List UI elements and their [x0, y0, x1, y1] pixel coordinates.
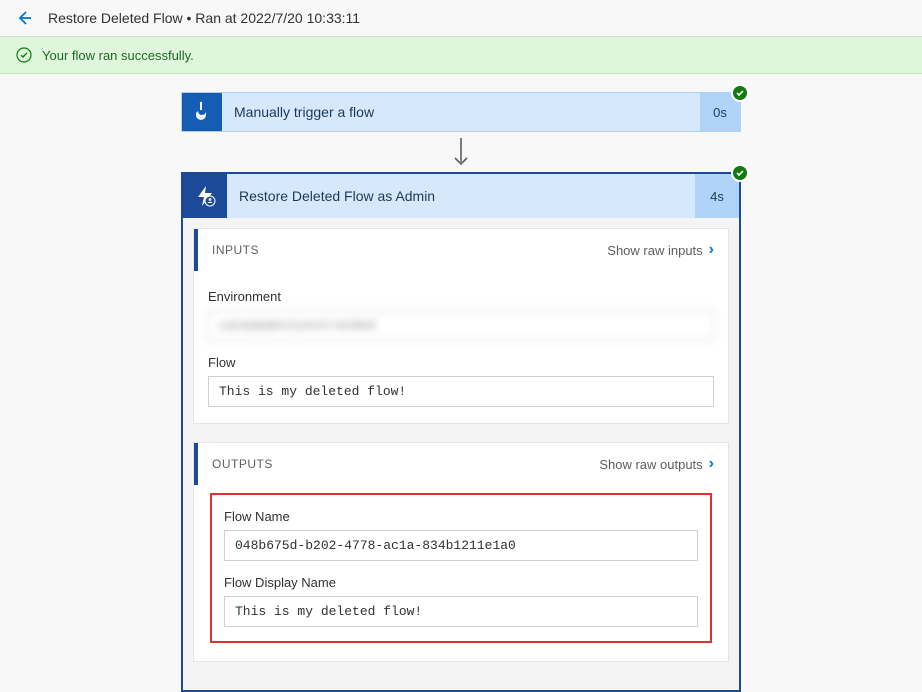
- check-circle-icon: [16, 47, 32, 63]
- action-duration: 4s: [695, 174, 739, 218]
- success-badge-icon: [731, 84, 749, 102]
- show-raw-inputs-label: Show raw inputs: [607, 243, 702, 258]
- action-step: Restore Deleted Flow as Admin 4s INPUTS …: [181, 172, 741, 692]
- page-title: Restore Deleted Flow • Ran at 2022/7/20 …: [48, 10, 360, 26]
- outputs-heading: OUTPUTS: [212, 457, 273, 471]
- chevron-right-icon: ›: [709, 455, 714, 473]
- inputs-section: INPUTS Show raw inputs › Environment can…: [193, 228, 729, 424]
- action-title: Restore Deleted Flow as Admin: [227, 174, 695, 218]
- trigger-step[interactable]: Manually trigger a flow 0s: [181, 92, 741, 132]
- admin-flow-icon: [183, 174, 227, 218]
- action-body: INPUTS Show raw inputs › Environment can…: [183, 218, 739, 690]
- back-button[interactable]: [16, 10, 32, 26]
- arrow-left-icon: [16, 10, 32, 26]
- show-raw-outputs-link[interactable]: Show raw outputs ›: [599, 455, 714, 473]
- flow-name-label: Flow Name: [224, 509, 698, 524]
- environment-label: Environment: [208, 289, 714, 304]
- success-banner: Your flow ran successfully.: [0, 36, 922, 74]
- flow-canvas: Manually trigger a flow 0s: [0, 74, 922, 692]
- flow-display-name-label: Flow Display Name: [224, 575, 698, 590]
- flow-display-name-value: This is my deleted flow!: [224, 596, 698, 627]
- flow-name-field: Flow Name 048b675d-b202-4778-ac1a-834b12…: [224, 509, 698, 561]
- manual-trigger-icon: [182, 93, 222, 131]
- trigger-title: Manually trigger a flow: [222, 93, 700, 131]
- environment-field: Environment canadadev1unstranded: [208, 289, 714, 341]
- success-message: Your flow ran successfully.: [42, 48, 194, 63]
- action-header[interactable]: Restore Deleted Flow as Admin 4s: [183, 174, 739, 218]
- outputs-section: OUTPUTS Show raw outputs › Flow Name 048…: [193, 442, 729, 662]
- flow-label: Flow: [208, 355, 714, 370]
- flow-field: Flow This is my deleted flow!: [208, 355, 714, 407]
- show-raw-outputs-label: Show raw outputs: [599, 457, 702, 472]
- flow-name-value: 048b675d-b202-4778-ac1a-834b1211e1a0: [224, 530, 698, 561]
- success-badge-icon: [731, 164, 749, 182]
- flow-value: This is my deleted flow!: [208, 376, 714, 407]
- show-raw-inputs-link[interactable]: Show raw inputs ›: [607, 241, 714, 259]
- chevron-right-icon: ›: [709, 241, 714, 259]
- inputs-heading: INPUTS: [212, 243, 259, 257]
- flow-display-name-field: Flow Display Name This is my deleted flo…: [224, 575, 698, 627]
- arrow-down-icon: [451, 132, 471, 172]
- outputs-highlight: Flow Name 048b675d-b202-4778-ac1a-834b12…: [210, 493, 712, 643]
- page-header: Restore Deleted Flow • Ran at 2022/7/20 …: [0, 0, 922, 36]
- environment-value: canadadev1unstranded: [208, 310, 714, 341]
